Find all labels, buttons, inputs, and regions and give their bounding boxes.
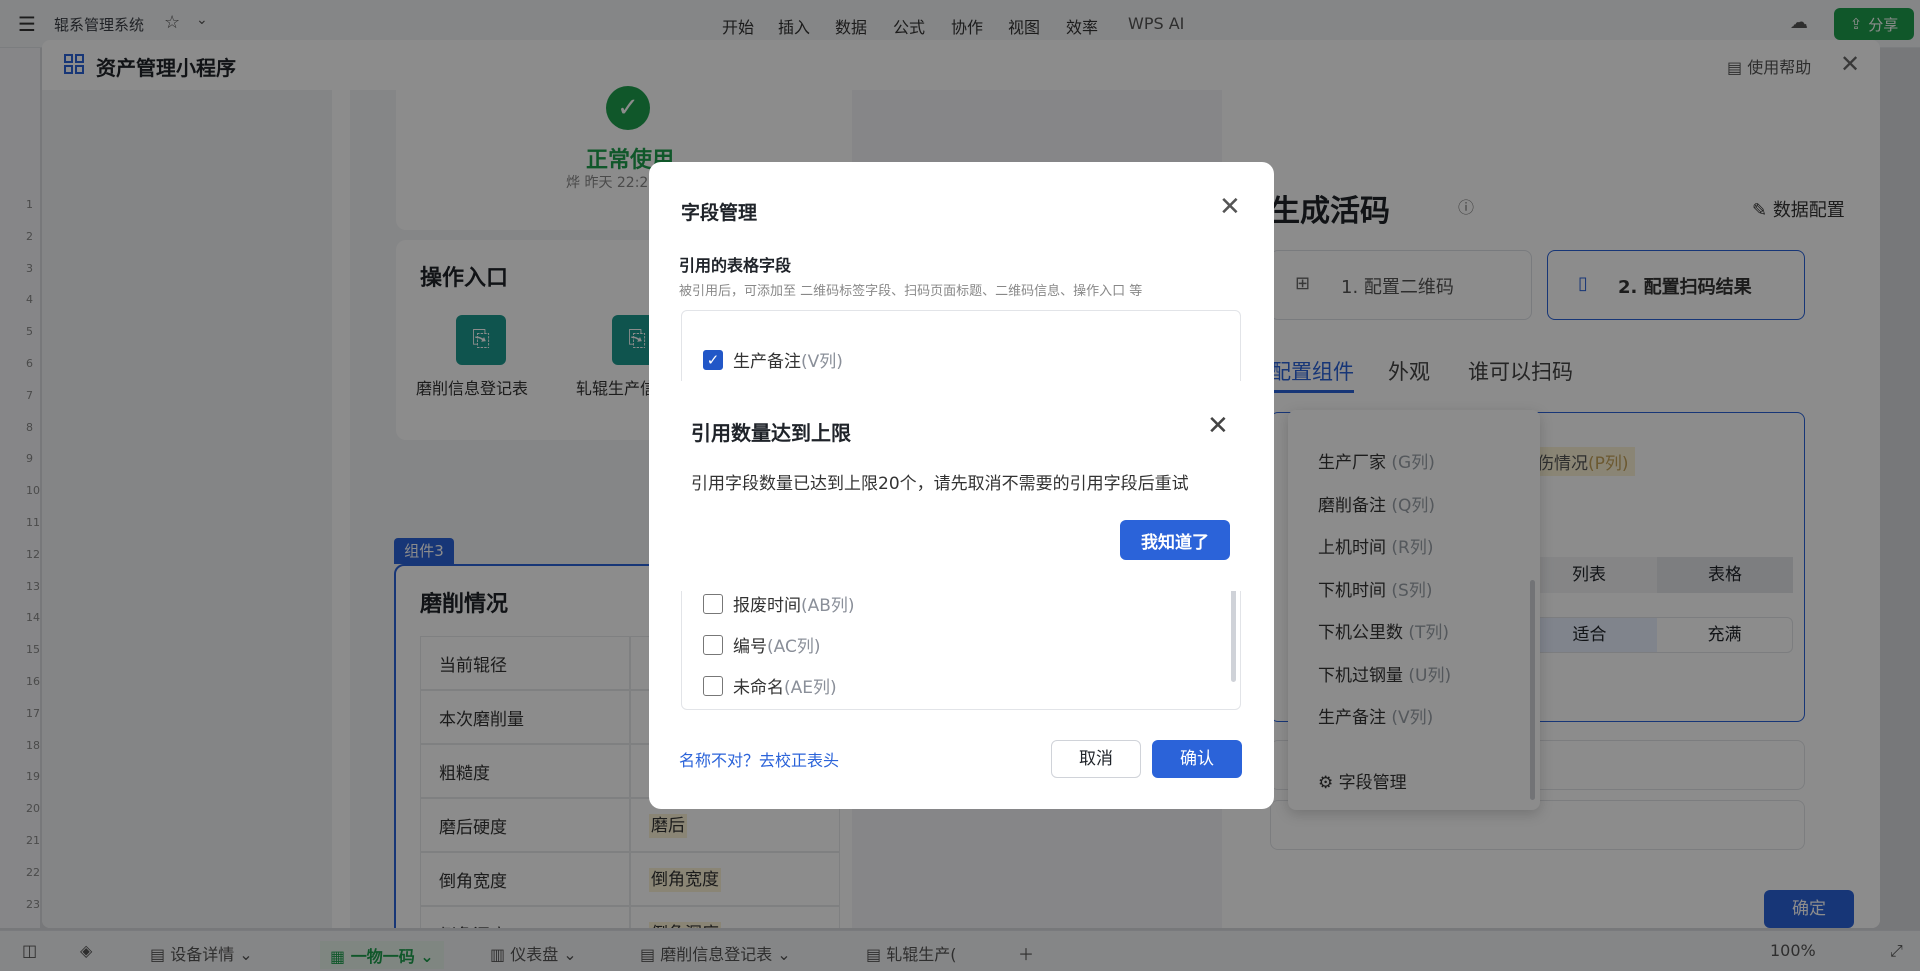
- field-row[interactable]: 编号(AC列): [703, 632, 820, 657]
- fix-header-link[interactable]: 名称不对？去校正表头: [679, 747, 839, 771]
- close-icon[interactable]: ✕: [1207, 411, 1229, 441]
- field-name: 编号: [733, 637, 767, 657]
- cancel-button[interactable]: 取消: [1051, 740, 1141, 778]
- field-row[interactable]: ✓ 生产备注(V列): [703, 347, 843, 372]
- section-title: 引用的表格字段: [679, 256, 792, 275]
- field-name: 未命名: [733, 678, 784, 698]
- field-row[interactable]: 未命名(AE列): [703, 673, 837, 698]
- checkbox[interactable]: [703, 634, 723, 655]
- checkbox[interactable]: [703, 675, 723, 696]
- got-it-button[interactable]: 我知道了: [1120, 520, 1230, 560]
- alert-message: 引用字段数量已达到上限20个，请先取消不需要的引用字段后重试: [691, 474, 1189, 494]
- field-col: (AE列): [784, 678, 837, 698]
- section-desc: 被引用后，可添加至 二维码标签字段、扫码页面标题、二维码信息、操作入口 等: [679, 284, 1143, 299]
- limit-alert-dialog: 引用数量达到上限 ✕ 引用字段数量已达到上限20个，请先取消不需要的引用字段后重…: [661, 381, 1261, 591]
- field-col: (AB列): [801, 596, 855, 616]
- checkbox[interactable]: ✓: [703, 349, 723, 370]
- close-icon[interactable]: ✕: [1219, 192, 1241, 222]
- field-row[interactable]: 报废时间(AB列): [703, 591, 855, 616]
- checkbox[interactable]: [703, 593, 723, 614]
- dialog-title: 字段管理: [681, 202, 758, 224]
- field-col: (AC列): [767, 637, 821, 657]
- field-list-scrollbar[interactable]: [1231, 582, 1236, 682]
- ok-button[interactable]: 确认: [1152, 740, 1242, 778]
- field-name: 报废时间: [733, 596, 801, 616]
- field-name: 生产备注: [733, 352, 801, 372]
- field-col: (V列): [801, 352, 843, 372]
- alert-title: 引用数量达到上限: [691, 421, 851, 445]
